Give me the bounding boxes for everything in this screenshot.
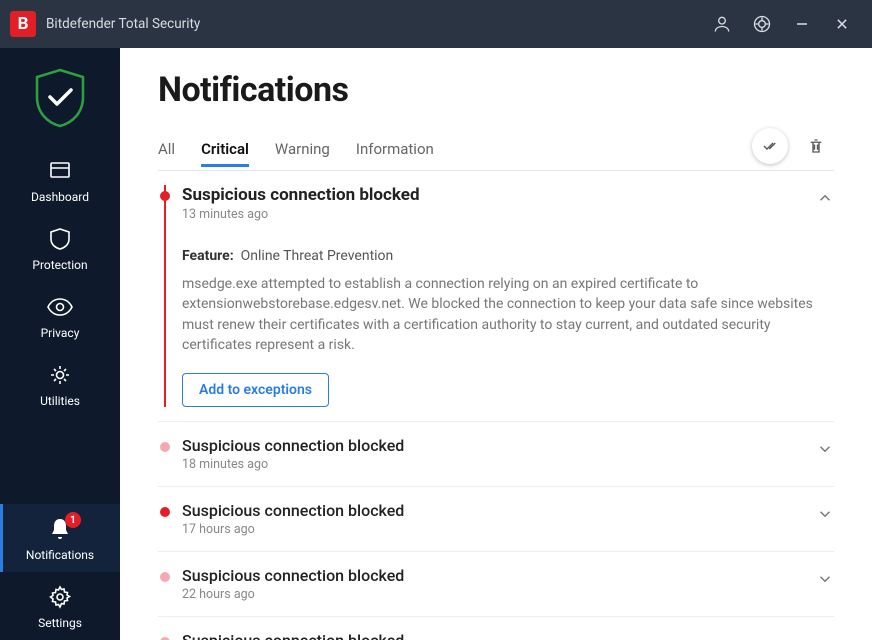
notification-item: Suspicious connection blocked 18 minutes… — [158, 422, 834, 487]
chevron-up-icon — [816, 189, 834, 207]
utilities-icon — [47, 362, 73, 388]
privacy-icon — [47, 294, 73, 320]
notification-header[interactable]: Suspicious connection blocked 22 hours a… — [182, 566, 834, 602]
notification-header[interactable]: Suspicious connection blocked 18 minutes… — [182, 436, 834, 472]
tab-critical[interactable]: Critical — [201, 132, 249, 166]
notification-time: 17 hours ago — [182, 522, 816, 537]
notification-time: 18 minutes ago — [182, 457, 816, 472]
chevron-down-icon — [816, 440, 834, 458]
sidebar-item-utilities[interactable]: Utilities — [0, 350, 120, 418]
notification-item: Suspicious connection blocked 22 hours a… — [158, 552, 834, 617]
delete-all-button[interactable] — [798, 128, 834, 164]
feature-row: Feature: Online Threat Prevention — [182, 248, 824, 264]
add-to-exceptions-button[interactable]: Add to exceptions — [182, 373, 329, 407]
sidebar-item-settings[interactable]: Settings — [0, 572, 120, 640]
notification-item-expanded: Suspicious connection blocked 13 minutes… — [158, 171, 834, 422]
notification-header[interactable]: Suspicious connection blocked 13 minutes… — [182, 185, 834, 222]
notification-title: Suspicious connection blocked — [182, 436, 816, 455]
notification-time: 13 minutes ago — [182, 207, 816, 222]
sidebar-item-notifications[interactable]: 1 Notifications — [0, 504, 120, 572]
account-icon[interactable] — [702, 0, 742, 48]
chevron-down-icon — [816, 635, 834, 640]
settings-icon — [47, 584, 73, 610]
chevron-down-icon — [816, 505, 834, 523]
page-title: Notifications — [158, 70, 834, 110]
chevron-down-icon — [816, 570, 834, 588]
main-content: Notifications All Critical Warning Infor… — [120, 48, 872, 640]
notification-title: Suspicious connection blocked — [182, 501, 816, 520]
tab-information[interactable]: Information — [356, 132, 434, 166]
tabs: All Critical Warning Information — [158, 128, 834, 171]
sidebar-item-label: Utilities — [40, 394, 80, 408]
mark-all-read-button[interactable] — [752, 128, 788, 164]
severity-dot-icon — [160, 507, 170, 517]
sidebar-item-label: Settings — [38, 616, 82, 630]
notification-header[interactable]: Suspicious connection blocked — [182, 631, 834, 640]
dashboard-icon — [47, 158, 73, 184]
sidebar-item-label: Dashboard — [31, 190, 89, 204]
notification-item: Suspicious connection blocked — [158, 617, 834, 640]
notification-list: Suspicious connection blocked 13 minutes… — [120, 171, 872, 640]
sidebar-item-privacy[interactable]: Privacy — [0, 282, 120, 350]
sidebar-item-label: Notifications — [26, 548, 94, 562]
minimize-button[interactable] — [782, 0, 822, 48]
feature-label: Feature: — [182, 248, 234, 264]
notification-item: Suspicious connection blocked 17 hours a… — [158, 487, 834, 552]
sidebar-item-protection[interactable]: Protection — [0, 214, 120, 282]
support-icon[interactable] — [742, 0, 782, 48]
notification-badge: 1 — [65, 512, 81, 528]
notification-header[interactable]: Suspicious connection blocked 17 hours a… — [182, 501, 834, 537]
severity-dot-icon — [160, 572, 170, 582]
feature-value: Online Threat Prevention — [241, 248, 394, 264]
app-title: Bitdefender Total Security — [46, 16, 200, 32]
bell-icon: 1 — [47, 516, 73, 542]
notification-title: Suspicious connection blocked — [182, 631, 816, 640]
severity-dot-icon — [160, 442, 170, 452]
tab-all[interactable]: All — [158, 132, 175, 166]
notification-time: 22 hours ago — [182, 587, 816, 602]
status-shield-icon — [32, 66, 88, 130]
titlebar: B Bitdefender Total Security — [0, 0, 872, 48]
sidebar: Dashboard Protection Privacy Utilities — [0, 48, 120, 640]
notification-title: Suspicious connection blocked — [182, 185, 816, 205]
notification-description: msedge.exe attempted to establish a conn… — [182, 274, 824, 355]
severity-dot-icon — [160, 191, 170, 201]
sidebar-item-label: Protection — [32, 258, 87, 272]
notification-title: Suspicious connection blocked — [182, 566, 816, 585]
sidebar-item-label: Privacy — [41, 326, 80, 340]
protection-icon — [47, 226, 73, 252]
tab-warning[interactable]: Warning — [275, 132, 330, 166]
app-logo: B — [10, 11, 36, 37]
sidebar-item-dashboard[interactable]: Dashboard — [0, 146, 120, 214]
close-button[interactable] — [822, 0, 862, 48]
